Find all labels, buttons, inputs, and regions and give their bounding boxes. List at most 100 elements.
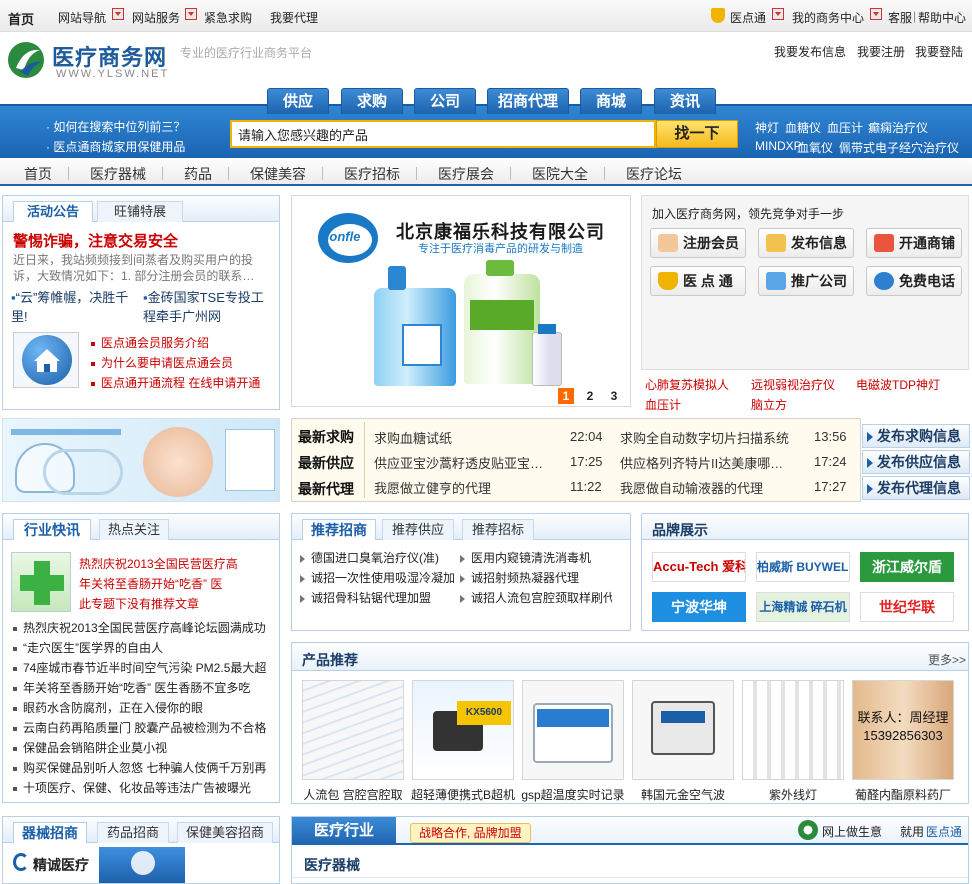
list-item[interactable]: 热烈庆祝2013全国民营医疗高峰论坛圆满成功: [13, 618, 275, 638]
brand-logo[interactable]: 浙江威尔盾: [860, 552, 954, 582]
tab-medical-industry[interactable]: 医疗行业: [292, 817, 396, 845]
help-link[interactable]: 帮助中心: [918, 9, 966, 26]
promo-badge[interactable]: 战略合作, 品牌加盟: [410, 823, 531, 843]
list-item[interactable]: 德国进口臭氧治疗仪(准): [300, 548, 455, 568]
nav-item-drugs[interactable]: 药品: [184, 164, 212, 184]
banner-page-2[interactable]: 2: [582, 388, 598, 404]
publish-agency-button[interactable]: 发布代理信息: [862, 476, 970, 500]
hot-keyword[interactable]: 血氧仪: [797, 139, 833, 156]
service-link[interactable]: 客服: [888, 9, 912, 26]
ad-link[interactable]: 血压计: [645, 396, 681, 413]
chevron-down-icon[interactable]: [772, 8, 784, 20]
product-caption[interactable]: 人流包 宫腔宫腔取: [300, 786, 406, 803]
tab-device-zhaoshang[interactable]: 器械招商: [13, 822, 87, 843]
yidiantong-button[interactable]: 医 点 通: [650, 266, 746, 296]
search-tip[interactable]: · 医点通商城家用保健用品: [46, 138, 185, 155]
product-caption[interactable]: 韩国元金空气波: [630, 786, 736, 803]
brand-logo[interactable]: 宁波华坤: [652, 592, 746, 622]
board-item[interactable]: 我愿做立健亨的代理: [374, 478, 564, 497]
list-item[interactable]: 诚招射频热凝器代理: [460, 568, 612, 588]
list-item[interactable]: 诚招一次性使用吸湿冷凝加: [300, 568, 455, 588]
list-item[interactable]: 十项医疗、保健、化妆品等违法广告被曝光: [13, 778, 275, 798]
chevron-down-icon[interactable]: [112, 8, 124, 20]
list-item[interactable]: 眼药水含防腐剂，正在入侵你的眼: [13, 698, 275, 718]
ad-link[interactable]: 脑立方: [751, 396, 787, 413]
open-shop-button[interactable]: 开通商铺: [866, 228, 962, 258]
banner-slideshow[interactable]: Confle 北京康福乐科技有限公司 专注于医疗消毒产品的研发与制造 1 2 3: [291, 195, 631, 407]
ad-link[interactable]: 心肺复苏模拟人: [645, 376, 729, 393]
feature-headline[interactable]: 热烈庆祝2013全国民营医疗高 年关将至香肠开始“吃香” 医 此专题下没有推荐文…: [79, 554, 275, 614]
notice-headline[interactable]: 警惕诈骗，注意交易安全: [13, 230, 178, 251]
free-call-button[interactable]: 免费电话: [866, 266, 962, 296]
tab-supply[interactable]: 供应: [267, 88, 329, 114]
login-link[interactable]: 我要登陆: [915, 43, 963, 60]
notice-link[interactable]: ▪金砖国家TSE专投工程牵手广州网: [143, 288, 273, 326]
chevron-down-icon[interactable]: [870, 8, 882, 20]
apply-flow-link[interactable]: 医点通开通流程 在线申请开通: [91, 374, 260, 391]
tab-recommend-zhaoshang[interactable]: 推荐招商: [302, 519, 376, 540]
board-item[interactable]: 我愿做自动输液器的代理: [620, 478, 810, 497]
hot-keyword[interactable]: 血糖仪: [785, 119, 821, 136]
nav-item-beauty[interactable]: 保健美容: [250, 164, 306, 184]
tab-drug-zhaoshang[interactable]: 药品招商: [97, 822, 169, 843]
hot-keyword[interactable]: 佩带式电子经穴治疗仪: [839, 139, 959, 156]
search-input[interactable]: [230, 120, 656, 148]
product-image[interactable]: [522, 680, 624, 780]
list-item[interactable]: 医用内窥镜清洗消毒机: [460, 548, 612, 568]
product-caption[interactable]: 葡醛内酯原料药厂: [850, 786, 956, 803]
nav-item-tender[interactable]: 医疗招标: [344, 164, 400, 184]
publish-info-link[interactable]: 我要发布信息: [774, 43, 846, 60]
product-image[interactable]: [302, 680, 404, 780]
list-item[interactable]: 购买保健品别听人忽悠 七种骗人伎俩千万别再: [13, 758, 275, 778]
product-caption[interactable]: 紫外线灯: [740, 786, 846, 803]
notice-link[interactable]: ▪“云”筹帷幄，决胜千里!: [11, 288, 141, 326]
hot-keyword[interactable]: MINDXP: [755, 139, 802, 153]
search-button[interactable]: 找一下: [656, 120, 738, 148]
promote-company-button[interactable]: 推广公司: [758, 266, 854, 296]
product-ad-banner[interactable]: [2, 418, 280, 502]
ad-link[interactable]: 电磁波TDP神灯: [856, 376, 940, 393]
tab-hot-topics[interactable]: 热点关注: [99, 519, 169, 540]
search-tip[interactable]: · 如何在搜索中位列前三？: [46, 118, 185, 135]
publish-supply-button[interactable]: 发布供应信息: [862, 450, 970, 474]
my-business-link[interactable]: 我的商务中心: [792, 9, 864, 26]
partner-ad-image[interactable]: [99, 847, 185, 883]
product-image[interactable]: 联系人：周经理 15392856303: [852, 680, 954, 780]
product-caption[interactable]: 超轻薄便携式B超机: [410, 786, 516, 803]
ad-link[interactable]: 远视弱视治疗仪: [751, 376, 835, 393]
board-item[interactable]: 供应格列齐特片II达美康哪…: [620, 453, 810, 472]
nav-item-forum[interactable]: 医疗论坛: [626, 164, 682, 184]
tab-mall[interactable]: 商城: [580, 88, 642, 114]
yidiantong-intro-link[interactable]: 医点通会员服务介绍: [91, 334, 209, 351]
list-item[interactable]: 74座城市春节近半时间空气污染 PM2.5最大超: [13, 658, 275, 678]
list-item[interactable]: 云南白药再陷质量门 胶囊产品被检测为不合格: [13, 718, 275, 738]
hot-keyword[interactable]: 神灯: [755, 119, 779, 136]
product-image[interactable]: KX5600: [412, 680, 514, 780]
register-member-button[interactable]: 注册会员: [650, 228, 746, 258]
tab-recommend-supply[interactable]: 推荐供应: [382, 519, 454, 540]
brand-logo[interactable]: Accu-Tech 爱科凯能: [652, 552, 746, 582]
tab-purchase[interactable]: 求购: [341, 88, 403, 114]
site-nav-link[interactable]: 网站导航: [58, 9, 106, 26]
banner-page-3[interactable]: 3: [606, 388, 622, 404]
hot-keyword[interactable]: 血压计: [827, 119, 863, 136]
board-item[interactable]: 求购全自动数字切片扫描系统: [620, 428, 810, 447]
nav-item-hospitals[interactable]: 医院大全: [532, 164, 588, 184]
tab-recommend-tender[interactable]: 推荐招标: [462, 519, 534, 540]
yidiantong-link[interactable]: 医点通: [730, 9, 766, 26]
publish-purchase-button[interactable]: 发布求购信息: [862, 424, 970, 448]
publish-info-button[interactable]: 发布信息: [758, 228, 854, 258]
site-service-link[interactable]: 网站服务: [132, 9, 180, 26]
nav-item-expo[interactable]: 医疗展会: [438, 164, 494, 184]
tab-shop-showcase[interactable]: 旺铺特展: [97, 201, 183, 222]
nav-item-home[interactable]: 首页: [24, 164, 52, 184]
list-item[interactable]: 年关将至香肠开始“吃香” 医生香肠不宜多吃: [13, 678, 275, 698]
register-link[interactable]: 我要注册: [857, 43, 905, 60]
product-caption[interactable]: gsp超温度实时记录: [520, 786, 626, 803]
list-item[interactable]: “走穴医生”医学界的自由人: [13, 638, 275, 658]
tab-activity-notice[interactable]: 活动公告: [13, 201, 93, 222]
product-image[interactable]: [632, 680, 734, 780]
brand-logo[interactable]: 上海精诚 碎石机: [756, 592, 850, 622]
list-item[interactable]: 保健品会销陷阱企业莫小视: [13, 738, 275, 758]
logo-icon[interactable]: [6, 40, 48, 80]
